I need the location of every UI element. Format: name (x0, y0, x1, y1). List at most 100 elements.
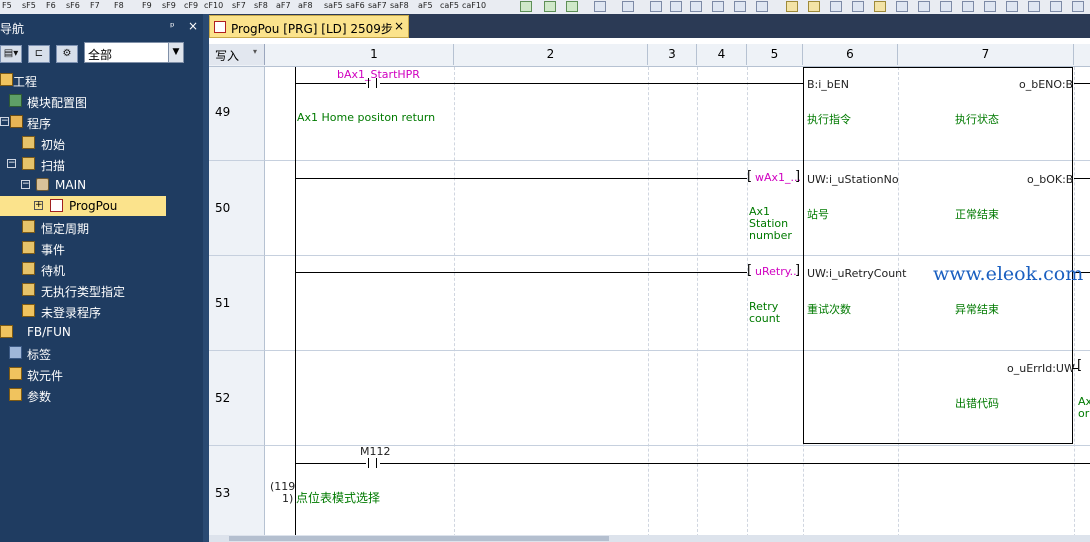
toolbar-tool-icon[interactable] (984, 1, 996, 12)
fkey-sf7[interactable]: sF7 (232, 1, 246, 10)
horizontal-scrollbar[interactable] (209, 535, 1090, 542)
normally-open-contact[interactable] (366, 458, 380, 468)
toolbar-tool-icon[interactable] (690, 1, 702, 12)
toolbar-tool-icon[interactable] (734, 1, 746, 12)
toolbar-tool-icon[interactable] (830, 1, 842, 12)
toolbar-tool-icon[interactable] (520, 1, 532, 12)
toolbar-tool-icon[interactable] (544, 1, 556, 12)
grid-line (747, 67, 748, 542)
collapse-icon[interactable]: − (21, 180, 30, 189)
tree-item-labels[interactable]: 标签 (0, 343, 203, 363)
toolbar-tool-icon[interactable] (918, 1, 930, 12)
toolbar-tool-icon[interactable] (756, 1, 768, 12)
row-header-52[interactable]: 52 (209, 351, 265, 446)
fkey-f8[interactable]: F8 (114, 1, 124, 10)
ladder-editor[interactable]: 写入 ▾ 1 2 3 4 5 6 7 49 50 51 52 53 bAx1_S… (209, 38, 1090, 542)
fkey-f9[interactable]: F9 (142, 1, 152, 10)
row-header-51[interactable]: 51 (209, 256, 265, 351)
gear-icon[interactable]: ⚙ (56, 45, 78, 63)
toolbar-tool-icon[interactable] (594, 1, 606, 12)
tree-item-scan[interactable]: − 扫描 (0, 154, 203, 174)
row-header-49[interactable]: 49 (209, 67, 265, 161)
pin-icon[interactable]: ᵖ (170, 20, 175, 33)
tree-item-label: 程序 (27, 117, 52, 131)
device-icon (9, 367, 22, 380)
write-mode-select[interactable]: 写入 ▾ (209, 44, 265, 65)
toolbar-tool-icon[interactable] (1072, 1, 1084, 12)
toolbar-tool-icon[interactable] (1006, 1, 1018, 12)
fkey-saf7[interactable]: saF7 (368, 1, 387, 10)
close-icon[interactable]: × (394, 19, 404, 33)
tree-item-no-execution-type[interactable]: 无执行类型指定 (0, 280, 203, 300)
tree-item-devices[interactable]: 软元件 (0, 364, 203, 384)
filter-value: 全部 (88, 48, 113, 62)
fkey-sf8[interactable]: sF8 (254, 1, 268, 10)
grid-line (454, 67, 455, 542)
tree-view-icon[interactable]: ⊏ (28, 45, 50, 63)
fkey-f7[interactable]: F7 (90, 1, 100, 10)
rung-wire (295, 272, 747, 273)
row-number: 51 (215, 296, 231, 310)
tree-item-progpou[interactable]: + ProgPou (0, 196, 166, 216)
toolbar-tool-icon[interactable] (962, 1, 974, 12)
toolbar-tool-icon[interactable] (940, 1, 952, 12)
operand-label[interactable]: uRetry... (755, 265, 800, 278)
tree-item-label: 恒定周期 (41, 222, 90, 236)
normally-open-contact[interactable] (366, 78, 380, 88)
toolbar-tool-icon[interactable] (1050, 1, 1062, 12)
tree-item-parameters[interactable]: 参数 (0, 385, 203, 405)
tree-item-standby[interactable]: 待机 (0, 259, 203, 279)
chevron-down-icon[interactable]: ▼ (168, 43, 183, 62)
toolbar-tool-icon[interactable] (896, 1, 908, 12)
toolbar-tool-icon[interactable] (712, 1, 724, 12)
tree-item-fb-fun[interactable]: FB/FUN (0, 322, 203, 342)
fkey-f6[interactable]: F6 (46, 1, 56, 10)
tree-item-unregistered[interactable]: 未登录程序 (0, 301, 203, 321)
tab-progpou[interactable]: ProgPou [PRG] [LD] 2509步 × (209, 15, 409, 38)
collapse-icon[interactable]: − (7, 159, 16, 168)
tree-item-event[interactable]: 事件 (0, 238, 203, 258)
tree-item-project[interactable]: 工程 (0, 70, 203, 90)
tree-item-main[interactable]: − MAIN (0, 175, 203, 195)
fkey-saf5[interactable]: saF5 (324, 1, 343, 10)
toolbar-tool-icon[interactable] (622, 1, 634, 12)
toolbar-tool-icon[interactable] (670, 1, 682, 12)
fb-input-comment: 站号 (807, 208, 829, 221)
contact-device-label[interactable]: M112 (360, 445, 391, 458)
fkey-sf5[interactable]: sF5 (22, 1, 36, 10)
tree-item-initial[interactable]: 初始 (0, 133, 203, 153)
collapse-icon[interactable]: − (0, 117, 9, 126)
fkey-caf10[interactable]: caF10 (462, 1, 486, 10)
fkey-sf6[interactable]: sF6 (66, 1, 80, 10)
toolbar-tool-icon[interactable] (874, 1, 886, 12)
close-icon[interactable]: × (188, 19, 198, 33)
project-view-icon[interactable]: ▤▾ (0, 45, 22, 63)
row-header-50[interactable]: 50 (209, 161, 265, 256)
tree-item-module-config[interactable]: 模块配置图 (0, 91, 203, 111)
filter-select[interactable]: 全部 ▼ (84, 42, 184, 63)
program-folder-icon (22, 136, 35, 149)
toolbar-tool-icon[interactable] (786, 1, 798, 12)
toolbar-tool-icon[interactable] (566, 1, 578, 12)
toolbar-tool-icon[interactable] (1028, 1, 1040, 12)
toolbar-tool-icon[interactable] (808, 1, 820, 12)
fkey-af5[interactable]: aF5 (418, 1, 433, 10)
fkey-f5[interactable]: F5 (2, 1, 12, 10)
fkey-caf5[interactable]: caF5 (440, 1, 459, 10)
fkey-af7[interactable]: aF7 (276, 1, 291, 10)
fkey-saf8[interactable]: saF8 (390, 1, 409, 10)
fkey-sf9[interactable]: sF9 (162, 1, 176, 10)
fkey-cf10[interactable]: cF10 (204, 1, 223, 10)
tree-item-fixed-cycle[interactable]: 恒定周期 (0, 217, 203, 237)
toolbar-tool-icon[interactable] (852, 1, 864, 12)
fkey-cf9[interactable]: cF9 (184, 1, 198, 10)
chevron-down-icon[interactable]: ▾ (253, 47, 257, 56)
tree-item-program[interactable]: − 程序 (0, 112, 203, 132)
scrollbar-thumb[interactable] (229, 536, 609, 541)
operand-comment: number (749, 229, 792, 242)
fkey-af8[interactable]: aF8 (298, 1, 313, 10)
toolbar-tool-icon[interactable] (650, 1, 662, 12)
fkey-saf6[interactable]: saF6 (346, 1, 365, 10)
row-header-53[interactable]: 53 (209, 446, 265, 542)
expand-icon[interactable]: + (34, 201, 43, 210)
